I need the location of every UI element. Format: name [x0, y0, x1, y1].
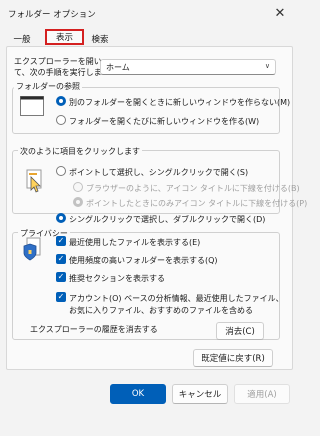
- radio-same-window[interactable]: [56, 96, 66, 106]
- startup-dropdown-value: ホーム: [106, 62, 130, 72]
- close-button[interactable]: ✕: [260, 0, 300, 26]
- checkmark-icon: ✓: [57, 254, 65, 263]
- startup-label-line1: エクスプローラーを開い: [14, 57, 102, 66]
- apply-button[interactable]: 適用(A): [234, 384, 290, 404]
- account-insights-label-line2: お気に入りファイル、おすすめのファイルを含める: [69, 306, 253, 315]
- recommended-label: 推奨セクションを表示する: [69, 274, 165, 283]
- checkbox-account-insights[interactable]: ✓: [56, 292, 66, 302]
- startup-label-line2: て、次の手順を実行しま: [14, 68, 102, 77]
- title-bar: フォルダー オプション ✕: [0, 0, 300, 26]
- clear-history-button[interactable]: 消去(C): [216, 322, 264, 340]
- checkbox-frequent-folders[interactable]: ✓: [56, 254, 66, 264]
- checkbox-recommended[interactable]: ✓: [56, 272, 66, 282]
- recent-files-label: 最近使用したファイルを表示する(E): [69, 238, 201, 247]
- window-icon: [20, 96, 44, 118]
- option-double-click-label: シングルクリックで選択し、ダブルクリックで開く(D): [69, 215, 266, 224]
- checkmark-icon: ✓: [57, 292, 65, 301]
- pointer-click-icon: [24, 168, 44, 196]
- restore-defaults-label: 既定値に戻す(R): [201, 354, 265, 364]
- checkmark-icon: ✓: [57, 236, 65, 245]
- tab-view-label: 表示: [55, 33, 73, 43]
- option-underline-browser-label: ブラウザーのように、アイコン タイトルに下線を付ける(B): [86, 184, 300, 193]
- browse-folders-heading: フォルダーの参照: [14, 81, 82, 92]
- checkbox-recent-files[interactable]: ✓: [56, 236, 66, 246]
- tab-general-label: 一般: [13, 35, 31, 45]
- privacy-shield-icon: [22, 236, 44, 264]
- radio-new-window[interactable]: [56, 115, 66, 125]
- radio-double-click[interactable]: [56, 213, 66, 223]
- tab-view[interactable]: 表示: [45, 29, 84, 45]
- radio-underline-point[interactable]: [73, 197, 83, 207]
- clear-history-label: エクスプローラーの履歴を消去する: [30, 325, 158, 334]
- option-single-click-label: ポイントして選択し、シングルクリックで開く(S): [69, 168, 249, 177]
- option-new-window-label: フォルダーを開くたびに新しいウィンドウを作る(W): [69, 117, 260, 126]
- chevron-down-icon: ∨: [264, 62, 270, 70]
- radio-underline-browser[interactable]: [73, 182, 83, 192]
- window-title: フォルダー オプション: [8, 10, 96, 20]
- tab-search-label: 検索: [91, 35, 109, 45]
- cancel-button[interactable]: キャンセル: [172, 384, 228, 404]
- ok-button[interactable]: OK: [110, 384, 166, 404]
- clear-history-button-label: 消去(C): [225, 327, 255, 337]
- startup-dropdown[interactable]: ホーム ∨: [100, 59, 276, 75]
- click-items-heading: 次のように項目をクリックします: [18, 146, 142, 157]
- checkmark-icon: ✓: [57, 272, 65, 281]
- option-underline-point-label: ポイントしたときにのみアイコン タイトルに下線を付ける(P): [86, 199, 308, 208]
- frequent-folders-label: 使用頻度の高いフォルダーを表示する(Q): [69, 256, 218, 265]
- apply-button-label: 適用(A): [247, 390, 277, 400]
- account-insights-label-line1: アカウント(O) ベースの分析情報、最近使用したファイル、: [69, 294, 284, 303]
- restore-defaults-button[interactable]: 既定値に戻す(R): [193, 349, 273, 367]
- close-icon: ✕: [274, 5, 286, 21]
- option-same-window-label: 別のフォルダーを開くときに新しいウィンドウを作らない(M): [69, 98, 291, 107]
- cancel-button-label: キャンセル: [178, 390, 222, 400]
- radio-single-click[interactable]: [56, 166, 66, 176]
- ok-button-label: OK: [131, 389, 145, 399]
